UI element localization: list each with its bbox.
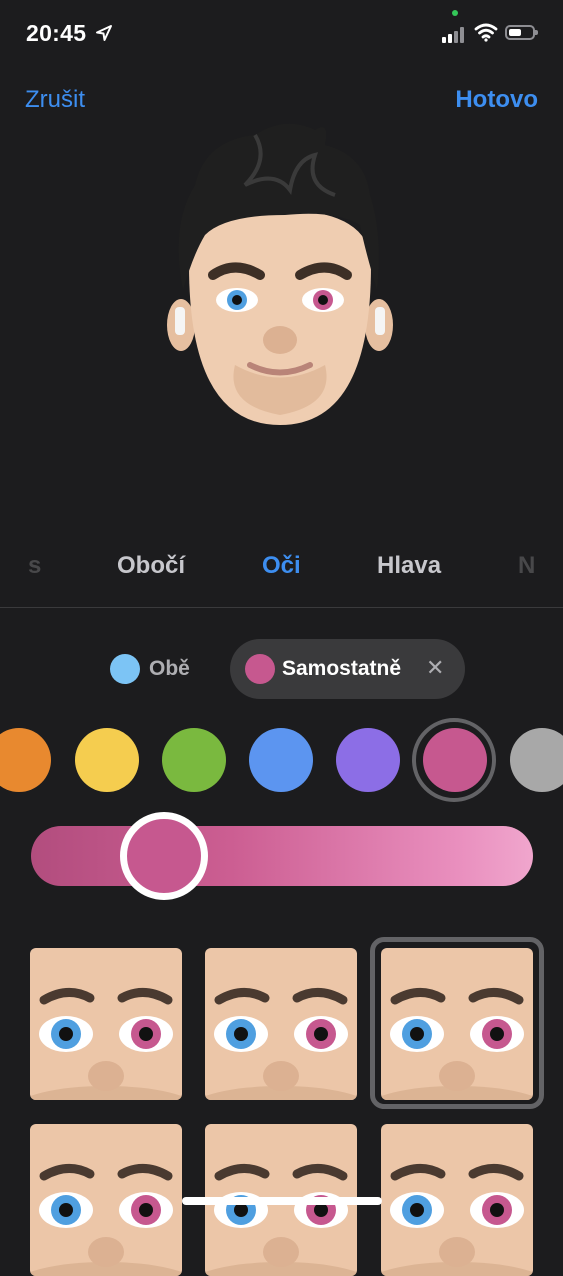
selected-tile-border xyxy=(370,937,544,1109)
tab-next-partial[interactable]: N xyxy=(518,552,535,580)
eye-style-tile[interactable] xyxy=(30,948,182,1100)
separate-color-dot xyxy=(245,654,275,684)
status-bar: 20:45 xyxy=(0,0,563,70)
memoji-preview xyxy=(167,123,393,425)
tab-eyes[interactable]: Oči xyxy=(262,552,301,580)
eye-style-tile[interactable] xyxy=(30,1124,182,1276)
color-swatch[interactable] xyxy=(0,728,51,792)
divider xyxy=(0,607,563,608)
separate-eyes-label: Samostatně xyxy=(282,657,402,680)
color-swatch[interactable] xyxy=(249,728,313,792)
status-time: 20:45 xyxy=(26,20,87,46)
eye-style-tile[interactable] xyxy=(205,948,357,1100)
battery-icon xyxy=(505,25,538,40)
color-swatch[interactable] xyxy=(162,728,226,792)
close-icon[interactable]: ✕ xyxy=(426,655,444,681)
selected-swatch-ring xyxy=(412,718,496,802)
shade-slider-thumb[interactable] xyxy=(120,812,208,900)
both-eyes-option[interactable]: Obě xyxy=(110,653,190,685)
home-indicator xyxy=(182,1197,382,1205)
color-swatch[interactable] xyxy=(510,728,563,792)
wifi-icon xyxy=(474,23,498,42)
color-swatch[interactable] xyxy=(75,728,139,792)
color-swatch[interactable] xyxy=(336,728,400,792)
tab-eyebrows[interactable]: Obočí xyxy=(117,552,185,580)
location-arrow-icon xyxy=(96,25,112,41)
shade-slider-track[interactable] xyxy=(31,826,533,886)
eye-style-tile[interactable] xyxy=(381,1124,533,1276)
done-button[interactable]: Hotovo xyxy=(455,86,538,114)
tab-previous-partial[interactable]: s xyxy=(28,552,41,580)
tab-head[interactable]: Hlava xyxy=(377,552,441,580)
cancel-button[interactable]: Zrušit xyxy=(25,86,85,114)
both-color-dot xyxy=(110,654,140,684)
both-eyes-label: Obě xyxy=(149,657,190,680)
category-tabs: s Obočí Oči Hlava N xyxy=(0,548,563,588)
privacy-indicator-dot xyxy=(452,10,458,16)
separate-eyes-option[interactable]: Samostatně ✕ xyxy=(230,639,465,699)
signal-icon xyxy=(442,27,468,43)
